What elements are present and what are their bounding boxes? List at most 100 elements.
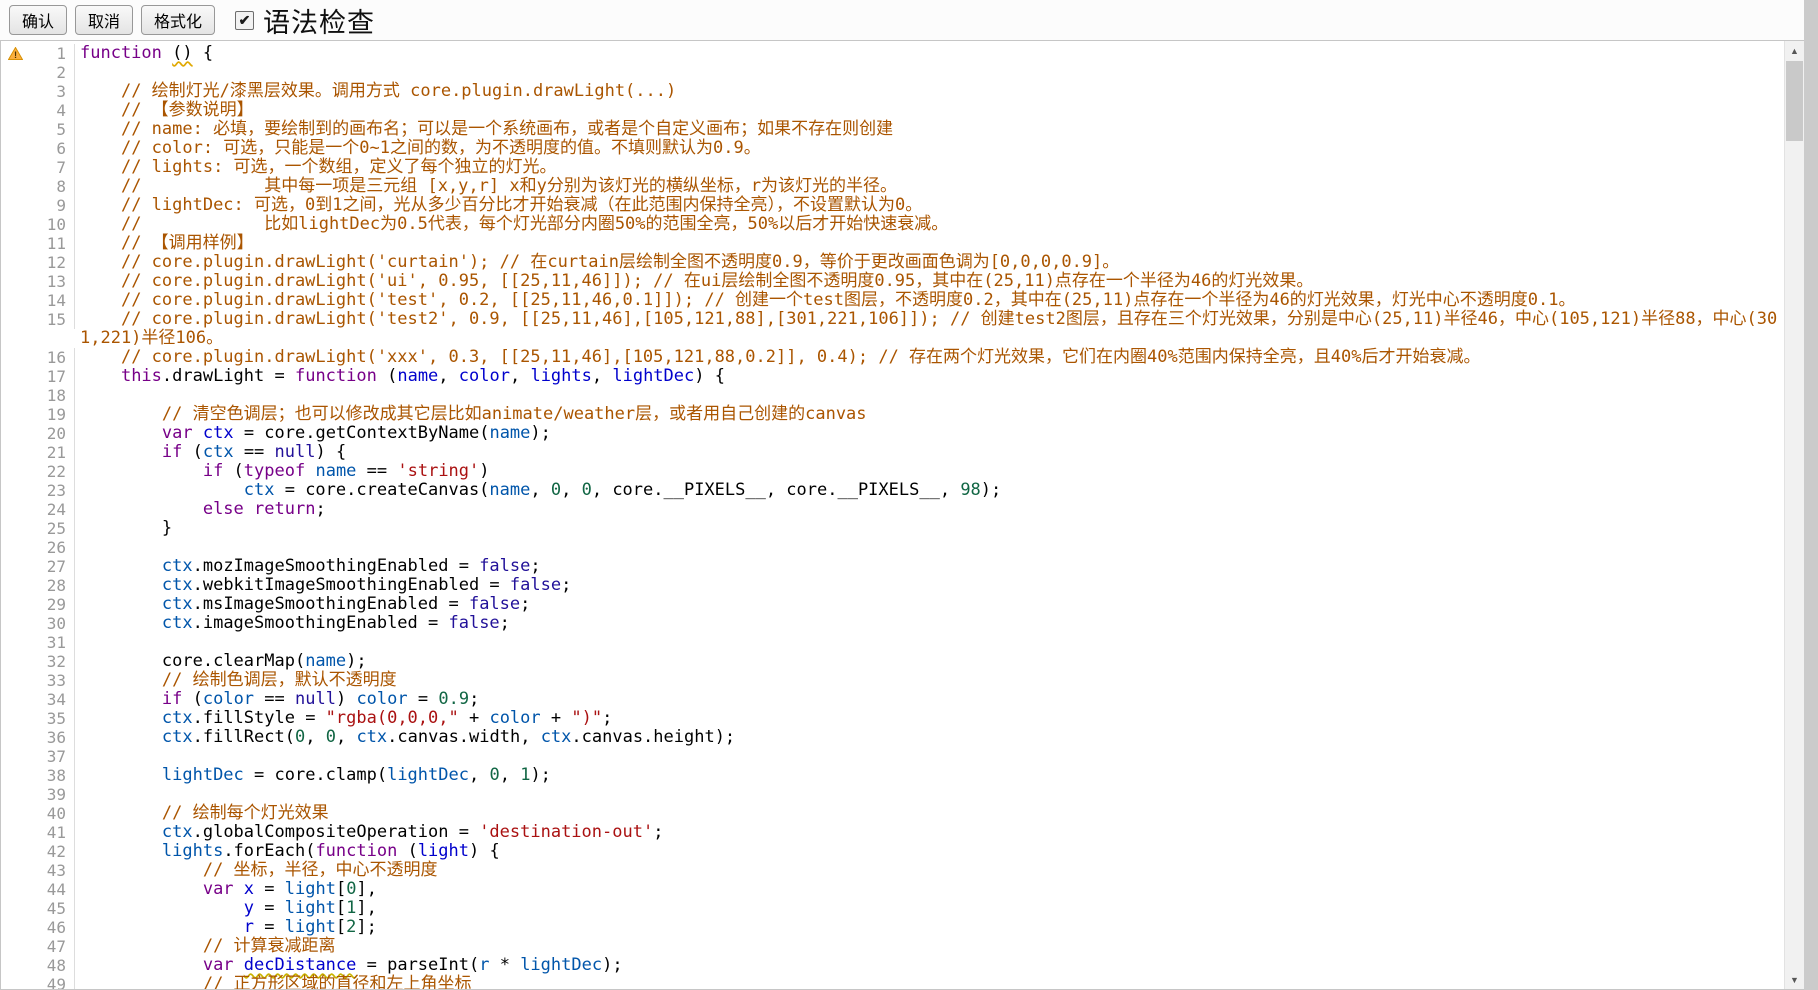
code-line-text[interactable]: if (ctx == null) {: [75, 443, 1784, 462]
code-line-text[interactable]: [75, 633, 1784, 652]
code-line[interactable]: 47 // 计算衰减距离: [1, 937, 1784, 956]
scroll-thumb[interactable]: [1786, 61, 1803, 141]
code-line[interactable]: 35 ctx.fillStyle = "rgba(0,0,0," + color…: [1, 709, 1784, 728]
code-line[interactable]: 16 // core.plugin.drawLight('xxx', 0.3, …: [1, 348, 1784, 367]
code-line[interactable]: 10 // 比如lightDec为0.5代表，每个灯光部分内圈50%的范围全亮，…: [1, 215, 1784, 234]
code-line[interactable]: 31: [1, 633, 1784, 652]
code-line[interactable]: 36 ctx.fillRect(0, 0, ctx.canvas.width, …: [1, 728, 1784, 747]
code-line[interactable]: 6 // color: 可选，只能是一个0~1之间的数，为不透明度的值。不填则默…: [1, 139, 1784, 158]
code-line[interactable]: 23 ctx = core.createCanvas(name, 0, 0, c…: [1, 481, 1784, 500]
code-line-text[interactable]: [75, 63, 1784, 82]
code-line-text[interactable]: // core.plugin.drawLight('test', 0.2, [[…: [75, 291, 1784, 310]
code-line-text[interactable]: // 其中每一项是三元组 [x,y,r] x和y分别为该灯光的横纵坐标，r为该灯…: [75, 177, 1784, 196]
code-line[interactable]: 7 // lights: 可选，一个数组，定义了每个独立的灯光。: [1, 158, 1784, 177]
code-line[interactable]: 28 ctx.webkitImageSmoothingEnabled = fal…: [1, 576, 1784, 595]
code-line-text[interactable]: // 正方形区域的直径和左上角坐标: [75, 975, 1784, 989]
code-line-text[interactable]: lightDec = core.clamp(lightDec, 0, 1);: [75, 766, 1784, 785]
code-line-text[interactable]: var ctx = core.getContextByName(name);: [75, 424, 1784, 443]
code-line-text[interactable]: // 【参数说明】: [75, 101, 1784, 120]
code-line[interactable]: 14 // core.plugin.drawLight('test', 0.2,…: [1, 291, 1784, 310]
code-line[interactable]: 38 lightDec = core.clamp(lightDec, 0, 1)…: [1, 766, 1784, 785]
code-line-text[interactable]: if (color == null) color = 0.9;: [75, 690, 1784, 709]
code-line[interactable]: 45 y = light[1],: [1, 899, 1784, 918]
code-line-text[interactable]: // 绘制灯光/漆黑层效果。调用方式 core.plugin.drawLight…: [75, 82, 1784, 101]
code-line[interactable]: 15 // core.plugin.drawLight('test2', 0.9…: [1, 310, 1784, 348]
code-line[interactable]: 17 this.drawLight = function (name, colo…: [1, 367, 1784, 386]
syntax-check-checkbox[interactable]: ✔: [235, 11, 254, 30]
code-line[interactable]: ! 1function () {: [1, 44, 1784, 63]
code-line[interactable]: 12 // core.plugin.drawLight('curtain'); …: [1, 253, 1784, 272]
code-line-text[interactable]: // 绘制色调层，默认不透明度: [75, 671, 1784, 690]
code-line[interactable]: 11 // 【调用样例】: [1, 234, 1784, 253]
code-line-text[interactable]: // core.plugin.drawLight('xxx', 0.3, [[2…: [75, 348, 1784, 367]
code-line-text[interactable]: core.clearMap(name);: [75, 652, 1784, 671]
code-line-text[interactable]: [75, 386, 1784, 405]
code-line-text[interactable]: ctx.webkitImageSmoothingEnabled = false;: [75, 576, 1784, 595]
cancel-button[interactable]: 取消: [75, 5, 133, 35]
code-line[interactable]: 26: [1, 538, 1784, 557]
code-line-text[interactable]: y = light[1],: [75, 899, 1784, 918]
code-line-text[interactable]: // lightDec: 可选，0到1之间，光从多少百分比才开始衰减（在此范围内…: [75, 196, 1784, 215]
code-line-text[interactable]: [75, 538, 1784, 557]
vertical-scrollbar[interactable]: ▲ ▼: [1784, 41, 1804, 989]
code-line-text[interactable]: }: [75, 519, 1784, 538]
code-line-text[interactable]: // color: 可选，只能是一个0~1之间的数，为不透明度的值。不填则默认为…: [75, 139, 1784, 158]
code-line-text[interactable]: // 比如lightDec为0.5代表，每个灯光部分内圈50%的范围全亮，50%…: [75, 215, 1784, 234]
code-line[interactable]: 9 // lightDec: 可选，0到1之间，光从多少百分比才开始衰减（在此范…: [1, 196, 1784, 215]
code-lines[interactable]: ! 1function () {23 // 绘制灯光/漆黑层效果。调用方式 co…: [1, 41, 1784, 989]
code-line[interactable]: 43 // 坐标，半径，中心不透明度: [1, 861, 1784, 880]
format-button[interactable]: 格式化: [141, 5, 215, 35]
code-line[interactable]: 19 // 清空色调层；也可以修改成其它层比如animate/weather层，…: [1, 405, 1784, 424]
code-line[interactable]: 48 var decDistance = parseInt(r * lightD…: [1, 956, 1784, 975]
code-line-text[interactable]: ctx = core.createCanvas(name, 0, 0, core…: [75, 481, 1784, 500]
code-line-text[interactable]: ctx.fillRect(0, 0, ctx.canvas.width, ctx…: [75, 728, 1784, 747]
code-line-text[interactable]: r = light[2];: [75, 918, 1784, 937]
code-line-text[interactable]: ctx.mozImageSmoothingEnabled = false;: [75, 557, 1784, 576]
code-line[interactable]: 42 lights.forEach(function (light) {: [1, 842, 1784, 861]
code-line-text[interactable]: lights.forEach(function (light) {: [75, 842, 1784, 861]
code-line-text[interactable]: // core.plugin.drawLight('ui', 0.95, [[2…: [75, 272, 1784, 291]
code-line-text[interactable]: var decDistance = parseInt(r * lightDec)…: [75, 956, 1784, 975]
code-line-text[interactable]: [75, 747, 1784, 766]
code-line-text[interactable]: ctx.fillStyle = "rgba(0,0,0," + color + …: [75, 709, 1784, 728]
code-line[interactable]: 44 var x = light[0],: [1, 880, 1784, 899]
code-line[interactable]: 5 // name: 必填，要绘制到的画布名；可以是一个系统画布，或者是个自定义…: [1, 120, 1784, 139]
code-line[interactable]: 39: [1, 785, 1784, 804]
scroll-up-arrow[interactable]: ▲: [1785, 41, 1804, 60]
code-line[interactable]: 22 if (typeof name == 'string'): [1, 462, 1784, 481]
code-line[interactable]: 33 // 绘制色调层，默认不透明度: [1, 671, 1784, 690]
code-line-text[interactable]: ctx.globalCompositeOperation = 'destinat…: [75, 823, 1784, 842]
code-line-text[interactable]: else return;: [75, 500, 1784, 519]
code-line[interactable]: 13 // core.plugin.drawLight('ui', 0.95, …: [1, 272, 1784, 291]
code-line-text[interactable]: function () {: [75, 44, 1784, 63]
confirm-button[interactable]: 确认: [9, 5, 67, 35]
code-line-text[interactable]: // lights: 可选，一个数组，定义了每个独立的灯光。: [75, 158, 1784, 177]
code-line[interactable]: 46 r = light[2];: [1, 918, 1784, 937]
code-line[interactable]: 41 ctx.globalCompositeOperation = 'desti…: [1, 823, 1784, 842]
code-line[interactable]: 4 // 【参数说明】: [1, 101, 1784, 120]
code-line[interactable]: 27 ctx.mozImageSmoothingEnabled = false;: [1, 557, 1784, 576]
code-line-text[interactable]: // 计算衰减距离: [75, 937, 1784, 956]
code-line-text[interactable]: ctx.msImageSmoothingEnabled = false;: [75, 595, 1784, 614]
code-line[interactable]: 49 // 正方形区域的直径和左上角坐标: [1, 975, 1784, 989]
syntax-check-label[interactable]: 语法检查: [263, 1, 375, 40]
code-line[interactable]: 32 core.clearMap(name);: [1, 652, 1784, 671]
code-line-text[interactable]: ctx.imageSmoothingEnabled = false;: [75, 614, 1784, 633]
code-line[interactable]: 24 else return;: [1, 500, 1784, 519]
code-line[interactable]: 3 // 绘制灯光/漆黑层效果。调用方式 core.plugin.drawLig…: [1, 82, 1784, 101]
code-line-text[interactable]: // 清空色调层；也可以修改成其它层比如animate/weather层，或者用…: [75, 405, 1784, 424]
code-editor[interactable]: ! 1function () {23 // 绘制灯光/漆黑层效果。调用方式 co…: [0, 40, 1804, 990]
code-line[interactable]: 29 ctx.msImageSmoothingEnabled = false;: [1, 595, 1784, 614]
code-line[interactable]: 37: [1, 747, 1784, 766]
code-line[interactable]: 30 ctx.imageSmoothingEnabled = false;: [1, 614, 1784, 633]
code-line-text[interactable]: if (typeof name == 'string'): [75, 462, 1784, 481]
scroll-down-arrow[interactable]: ▼: [1785, 970, 1804, 989]
code-line[interactable]: 25 }: [1, 519, 1784, 538]
code-line[interactable]: 34 if (color == null) color = 0.9;: [1, 690, 1784, 709]
code-line-text[interactable]: this.drawLight = function (name, color, …: [75, 367, 1784, 386]
code-line[interactable]: 8 // 其中每一项是三元组 [x,y,r] x和y分别为该灯光的横纵坐标，r为…: [1, 177, 1784, 196]
code-line[interactable]: 20 var ctx = core.getContextByName(name)…: [1, 424, 1784, 443]
code-line[interactable]: 40 // 绘制每个灯光效果: [1, 804, 1784, 823]
code-line-text[interactable]: // core.plugin.drawLight('test2', 0.9, […: [75, 310, 1784, 348]
code-line[interactable]: 2: [1, 63, 1784, 82]
